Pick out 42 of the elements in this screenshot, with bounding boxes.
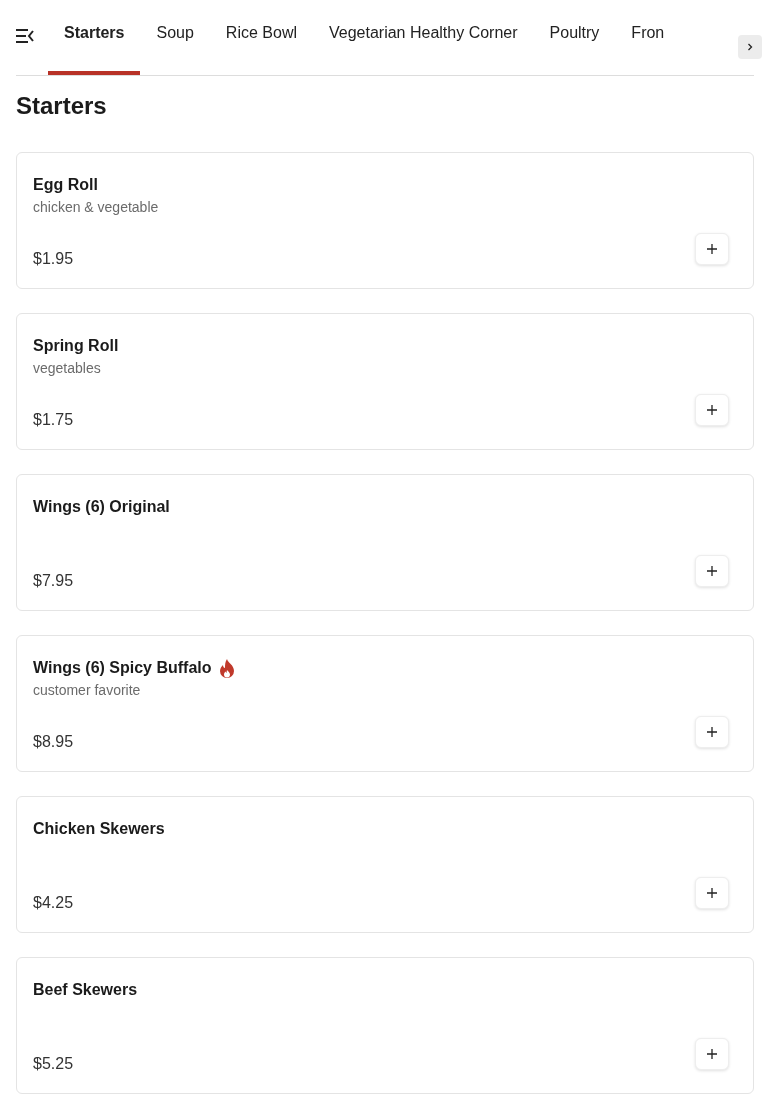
menu-item-card[interactable]: Wings (6) Spicy Buffalo customer favorite $8.95 (16, 635, 754, 772)
plus-icon (707, 727, 717, 737)
item-name: Beef Skewers (33, 981, 138, 999)
item-price: $4.25 (33, 894, 75, 912)
add-button[interactable] (695, 233, 729, 265)
add-button[interactable] (695, 877, 729, 909)
item-price: $1.95 (33, 250, 75, 268)
item-price: $5.25 (33, 1055, 75, 1073)
plus-icon (707, 566, 717, 576)
chevron-right-icon (747, 43, 753, 51)
category-tab[interactable]: Starters (48, 0, 141, 75)
add-button[interactable] (695, 555, 729, 587)
category-tab[interactable]: Soup (140, 0, 210, 75)
item-description: chicken & vegetable (33, 199, 159, 215)
add-button[interactable] (695, 394, 729, 426)
add-button[interactable] (695, 1038, 729, 1070)
plus-icon (707, 888, 717, 898)
item-description: customer favorite (33, 682, 141, 698)
menu-collapse-icon[interactable] (16, 28, 34, 43)
item-name: Wings (6) Original (33, 498, 170, 516)
item-name: Egg Roll (33, 176, 98, 194)
item-description: vegetables (33, 360, 101, 376)
item-name: Wings (6) Spicy Buffalo (33, 659, 212, 677)
menu-item-card[interactable]: Egg Roll chicken & vegetable $1.95 (16, 152, 754, 289)
plus-icon (707, 405, 717, 415)
plus-icon (707, 1049, 717, 1059)
item-name: Spring Roll (33, 337, 119, 355)
menu-item-card[interactable]: Spring Roll vegetables $1.75 (16, 313, 754, 450)
item-name: Chicken Skewers (33, 820, 165, 838)
menu-item-card[interactable]: Chicken Skewers $4.25 (16, 796, 754, 933)
item-price: $7.95 (33, 572, 75, 590)
add-button[interactable] (695, 716, 729, 748)
category-tab[interactable]: Fron (615, 0, 681, 75)
category-tab[interactable]: Vegetarian Healthy Corner (313, 0, 534, 75)
item-price: $8.95 (33, 733, 75, 751)
category-tab[interactable]: Poultry (533, 0, 616, 75)
item-price: $1.75 (33, 411, 75, 429)
menu-item-card[interactable]: Beef Skewers $5.25 (16, 957, 754, 1094)
plus-icon (707, 244, 717, 254)
section-heading: Starters (16, 92, 108, 120)
menu-item-card[interactable]: Wings (6) Original $7.95 (16, 474, 754, 611)
category-tab[interactable]: Rice Bowl (209, 0, 313, 75)
